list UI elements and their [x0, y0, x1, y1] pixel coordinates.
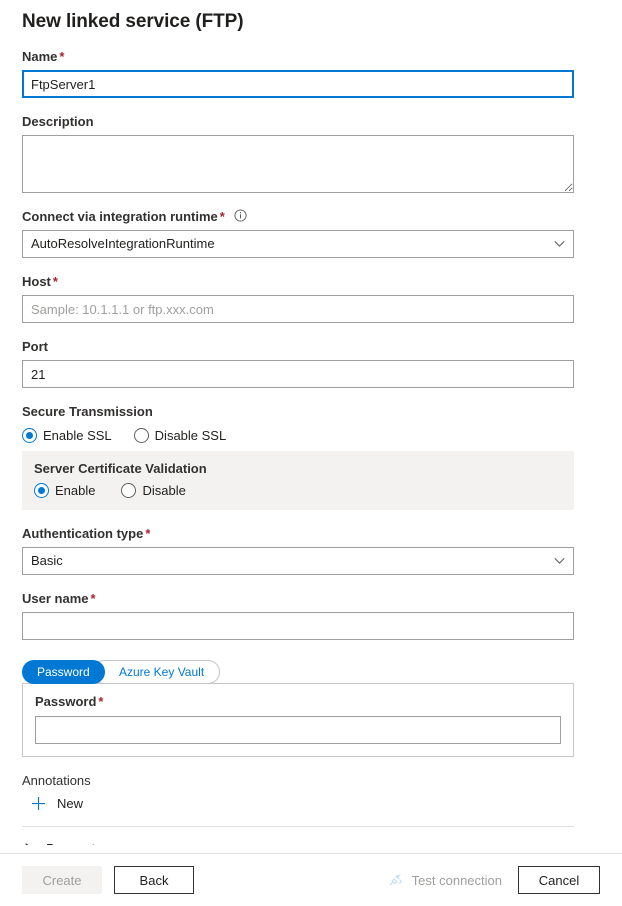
name-label-text: Name — [22, 49, 57, 64]
test-connection-label: Test connection — [412, 873, 502, 888]
password-panel: Password* — [22, 683, 574, 757]
footer-action-bar: Create Back Test connection Cancel — [0, 853, 622, 906]
authentication-type-select[interactable]: Basic — [22, 547, 574, 575]
linked-service-form-panel: New linked service (FTP) Name* Descripti… — [0, 0, 622, 845]
field-host: Host* — [22, 274, 600, 323]
integration-runtime-label: Connect via integration runtime* — [22, 209, 600, 225]
port-input[interactable] — [22, 360, 574, 388]
user-name-label-text: User name — [22, 591, 88, 606]
annotations-title: Annotations — [22, 773, 600, 788]
name-input[interactable] — [22, 70, 574, 98]
user-name-label: User name* — [22, 591, 600, 607]
credential-tab-group: Azure Key Vault Password — [22, 660, 105, 684]
cancel-button[interactable]: Cancel — [518, 866, 600, 894]
section-divider — [22, 826, 574, 827]
field-port: Port — [22, 339, 600, 388]
host-label-text: Host — [22, 274, 51, 289]
plus-icon — [31, 796, 46, 811]
integration-runtime-select-wrap: AutoResolveIntegrationRuntime — [22, 230, 574, 258]
password-label-text: Password — [35, 694, 96, 709]
radio-mark-cert-disable — [121, 483, 136, 498]
secure-transmission-radio-group: Enable SSL Disable SSL — [22, 428, 600, 443]
server-certificate-validation-radio-group: Enable Disable — [34, 483, 562, 498]
back-button[interactable]: Back — [114, 866, 194, 894]
host-label: Host* — [22, 274, 600, 290]
section-parameters-label: Parameters — [46, 841, 113, 845]
triangle-right-icon — [25, 843, 34, 845]
authentication-type-select-wrap: Basic — [22, 547, 574, 575]
radio-label-cert-disable: Disable — [142, 483, 185, 498]
plug-icon — [387, 872, 403, 888]
tab-password[interactable]: Password — [22, 660, 105, 684]
field-secure-transmission: Secure Transmission Enable SSL Disable S… — [22, 404, 600, 510]
radio-label-enable-ssl: Enable SSL — [43, 428, 112, 443]
create-button[interactable]: Create — [22, 866, 102, 894]
server-certificate-validation-label: Server Certificate Validation — [34, 461, 562, 476]
field-integration-runtime: Connect via integration runtime* AutoRes… — [22, 209, 600, 258]
field-authentication-type: Authentication type* Basic — [22, 526, 600, 575]
radio-disable-ssl[interactable]: Disable SSL — [134, 428, 227, 443]
server-certificate-validation-panel: Server Certificate Validation Enable Dis… — [22, 451, 574, 510]
radio-cert-enable[interactable]: Enable — [34, 483, 95, 498]
add-annotation-label: New — [57, 796, 83, 811]
add-annotation-button[interactable]: New — [31, 796, 83, 811]
integration-runtime-select[interactable]: AutoResolveIntegrationRuntime — [22, 230, 574, 258]
name-label: Name* — [22, 49, 600, 65]
user-name-required-asterisk: * — [90, 591, 95, 606]
radio-label-cert-enable: Enable — [55, 483, 95, 498]
name-required-asterisk: * — [59, 49, 64, 64]
integration-runtime-label-text: Connect via integration runtime — [22, 209, 218, 224]
port-label: Port — [22, 339, 600, 355]
host-input[interactable] — [22, 295, 574, 323]
radio-mark-disable-ssl — [134, 428, 149, 443]
password-input[interactable] — [35, 716, 561, 744]
host-required-asterisk: * — [53, 274, 58, 289]
radio-enable-ssl[interactable]: Enable SSL — [22, 428, 112, 443]
chevron-down-icon — [554, 557, 565, 565]
radio-mark-enable-ssl — [22, 428, 37, 443]
chevron-down-icon — [554, 240, 565, 248]
radio-cert-disable[interactable]: Disable — [121, 483, 185, 498]
radio-mark-cert-enable — [34, 483, 49, 498]
page-title: New linked service (FTP) — [22, 11, 600, 33]
password-label: Password* — [35, 694, 561, 710]
field-user-name: User name* — [22, 591, 600, 640]
credential-section: Azure Key Vault Password Password* — [22, 656, 600, 757]
description-label: Description — [22, 114, 600, 130]
authentication-type-label: Authentication type* — [22, 526, 600, 542]
field-description: Description — [22, 114, 600, 193]
password-required-asterisk: * — [98, 694, 103, 709]
integration-runtime-required-asterisk: * — [220, 209, 225, 224]
radio-label-disable-ssl: Disable SSL — [155, 428, 227, 443]
field-name: Name* — [22, 49, 600, 98]
authentication-type-label-text: Authentication type — [22, 526, 143, 541]
description-textarea[interactable] — [22, 135, 574, 193]
test-connection-button[interactable]: Test connection — [387, 872, 502, 888]
secure-transmission-label: Secure Transmission — [22, 404, 600, 420]
user-name-input[interactable] — [22, 612, 574, 640]
authentication-type-required-asterisk: * — [145, 526, 150, 541]
info-icon — [234, 209, 247, 222]
section-parameters[interactable]: Parameters — [22, 841, 600, 845]
tab-azure-key-vault[interactable]: Azure Key Vault — [92, 660, 220, 684]
